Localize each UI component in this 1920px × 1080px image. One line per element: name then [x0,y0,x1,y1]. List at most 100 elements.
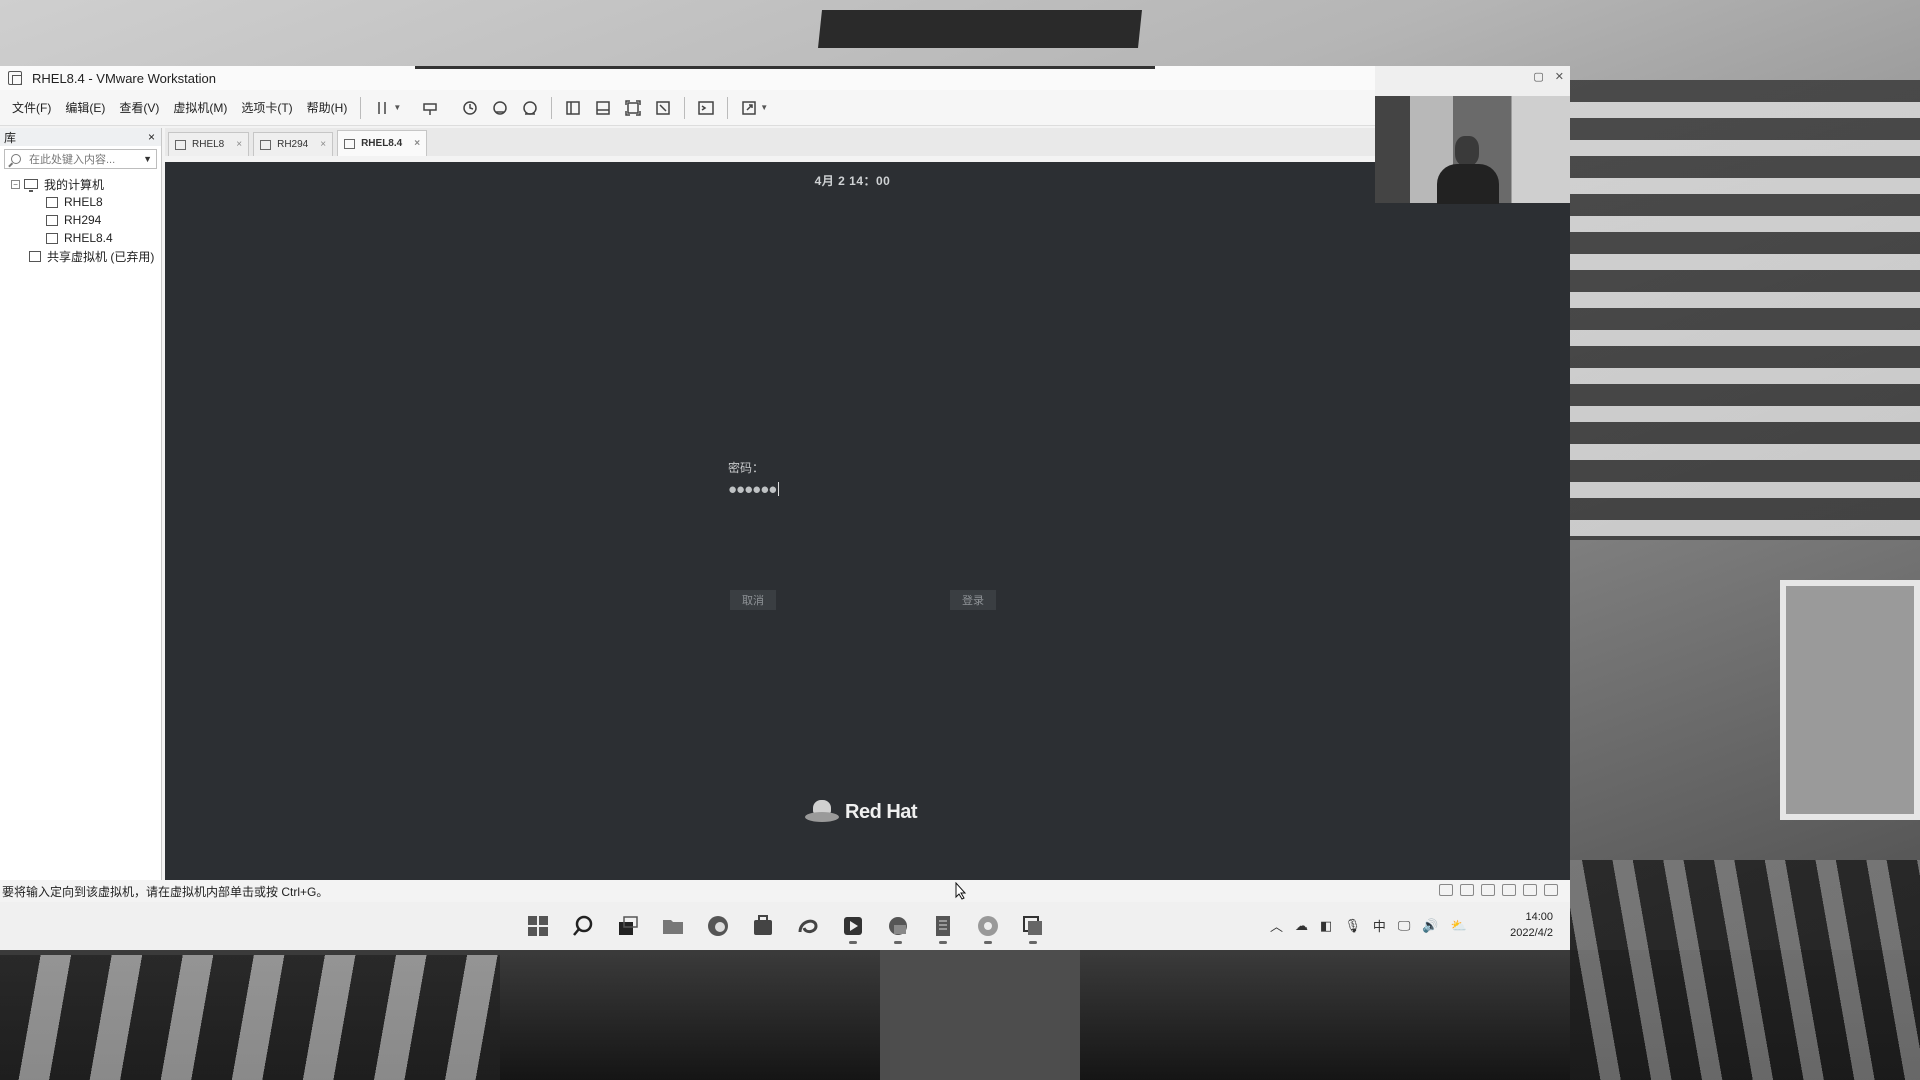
title-bar: RHEL8.4 - VMware Workstation [0,66,1375,90]
toolbar-separator [360,96,362,119]
tree-item-label: 我的计算机 [44,177,105,192]
app-icon[interactable] [880,908,916,944]
redhat-hat-icon [805,800,839,824]
app-tray-icon[interactable]: ◧ [1320,918,1332,934]
weather-icon[interactable]: ⛅ [1451,918,1467,934]
password-field[interactable]: ●●●●●● [728,479,780,499]
hard-disk-icon[interactable] [1439,884,1453,896]
revert-snapshot-icon[interactable] [489,97,511,119]
edge-icon[interactable] [700,908,736,944]
cancel-button[interactable]: 取消 [730,590,776,610]
cloud-icon[interactable]: ☁ [1295,918,1308,934]
menu-view[interactable]: 查看(V) [112,99,166,116]
task-view-icon[interactable] [610,908,646,944]
file-explorer-icon[interactable] [655,908,691,944]
vm-icon [46,214,58,226]
menu-vm[interactable]: 虚拟机(M) [166,99,234,116]
menu-bar: 文件(F) 编辑(E) 查看(V) 虚拟机(M) 选项卡(T) 帮助(H) ▼ … [0,90,1375,126]
thumbnail-bar-icon[interactable] [592,97,614,119]
background-person [880,950,1080,1080]
tree-item-rh294[interactable]: RH294 [0,211,161,229]
unity-icon[interactable] [652,97,674,119]
tree-item-rhel8[interactable]: RHEL8 [0,193,161,211]
status-message: 要将输入定向到该虚拟机，请在虚拟机内部单击或按 Ctrl+G。 [2,884,329,899]
menu-edit[interactable]: 编辑(E) [58,99,112,116]
shared-vm-icon [29,250,41,262]
store-icon[interactable] [745,908,781,944]
close-icon[interactable]: × [320,139,326,150]
pause-icon[interactable] [371,97,393,119]
library-header: 库 × [0,128,161,146]
login-button[interactable]: 登录 [950,590,996,610]
close-icon[interactable]: × [414,138,420,149]
tab-rh294[interactable]: RH294 × [253,132,334,156]
snapshot-manager-icon[interactable] [519,97,541,119]
library-close-icon[interactable]: × [148,130,155,144]
close-icon[interactable]: × [236,139,242,150]
taskbar-apps [520,908,1060,944]
cd-drive-icon[interactable] [1460,884,1474,896]
search-icon [11,154,21,164]
status-bar: 要将输入定向到该虚拟机，请在虚拟机内部单击或按 Ctrl+G。 [0,880,1570,902]
computer-icon [24,179,38,192]
system-clock[interactable]: 14:00 2022/4/2 [1495,909,1553,941]
app-icon[interactable] [790,908,826,944]
vm-console[interactable]: 4月 2 14：00 密码： ●●●●●● 取消 登录 Red Hat [165,162,1570,880]
running-vm-icon [344,138,356,149]
vmware-icon[interactable] [1015,908,1051,944]
start-icon[interactable] [520,908,556,944]
taskbar: ︿ ☁ ◧ 🎙 中 🖵 🔊 ⛅ 14:00 2022/4/2 [0,902,1570,950]
vm-icon [260,139,272,150]
send-ctrl-alt-del-icon[interactable] [419,97,441,119]
pause-dropdown-icon[interactable]: ▼ [393,103,401,112]
tab-rhel8-4[interactable]: RHEL8.4 × [337,130,428,156]
password-mask: ●●●●●● [728,480,777,498]
volume-icon[interactable]: 🔊 [1422,918,1438,934]
tree-item-shared-vms[interactable]: 共享虚拟机 (已弃用) [0,247,161,265]
webcam-video [1375,96,1570,204]
browser-icon[interactable] [970,908,1006,944]
toolbar-separator [684,96,686,119]
chevron-down-icon[interactable]: ▼ [143,154,152,164]
stretch-dropdown-icon[interactable]: ▼ [760,103,768,112]
tree-item-label: RHEL8.4 [64,231,113,245]
restore-icon[interactable]: ▢ [1533,71,1543,83]
menu-file[interactable]: 文件(F) [5,99,58,116]
collapse-icon[interactable]: − [11,179,20,189]
full-screen-icon[interactable] [622,97,644,119]
guest-clock: 4月 2 14：00 [814,174,891,188]
library-search-input[interactable]: 在此处键入内容... ▼ [4,149,157,169]
library-search-placeholder: 在此处键入内容... [29,154,116,166]
message-icon[interactable] [1544,884,1558,896]
sound-icon[interactable] [1502,884,1516,896]
tree-item-my-computer[interactable]: − 我的计算机 [0,175,161,193]
running-vm-icon [46,232,58,244]
snapshot-icon[interactable] [459,97,481,119]
tree-item-rhel8-4[interactable]: RHEL8.4 [0,229,161,247]
display-icon[interactable] [1523,884,1537,896]
close-icon[interactable]: ✕ [1555,71,1564,83]
microphone-icon[interactable]: 🎙 [1344,918,1361,934]
ime-indicator[interactable]: 中 [1373,916,1386,935]
webcam-video-body [1437,164,1499,204]
console-view-icon[interactable] [695,97,717,119]
clock-date: 2022/4/2 [1510,927,1553,939]
menu-help[interactable]: 帮助(H) [300,99,355,116]
menu-tabs[interactable]: 选项卡(T) [234,99,299,116]
chevron-up-icon[interactable]: ︿ [1270,916,1283,935]
search-icon[interactable] [565,908,601,944]
media-icon[interactable] [835,908,871,944]
background-ceiling-light [818,10,1142,48]
tab-rhel8[interactable]: RHEL8 × [168,132,250,156]
background-floor-left [0,955,500,1080]
show-library-icon[interactable] [562,97,584,119]
tab-label: RHEL8 [192,139,225,150]
vm-icon [175,139,186,150]
vm-tabs: RHEL8 × RH294 × RHEL8.4 × [165,128,1375,156]
password-label: 密码： [728,461,765,475]
network-icon[interactable]: 🖵 [1398,918,1411,934]
notepad-icon[interactable] [925,908,961,944]
stretch-view-icon[interactable] [738,97,760,119]
background-chairs [1570,860,1920,1080]
network-adapter-icon[interactable] [1481,884,1495,896]
